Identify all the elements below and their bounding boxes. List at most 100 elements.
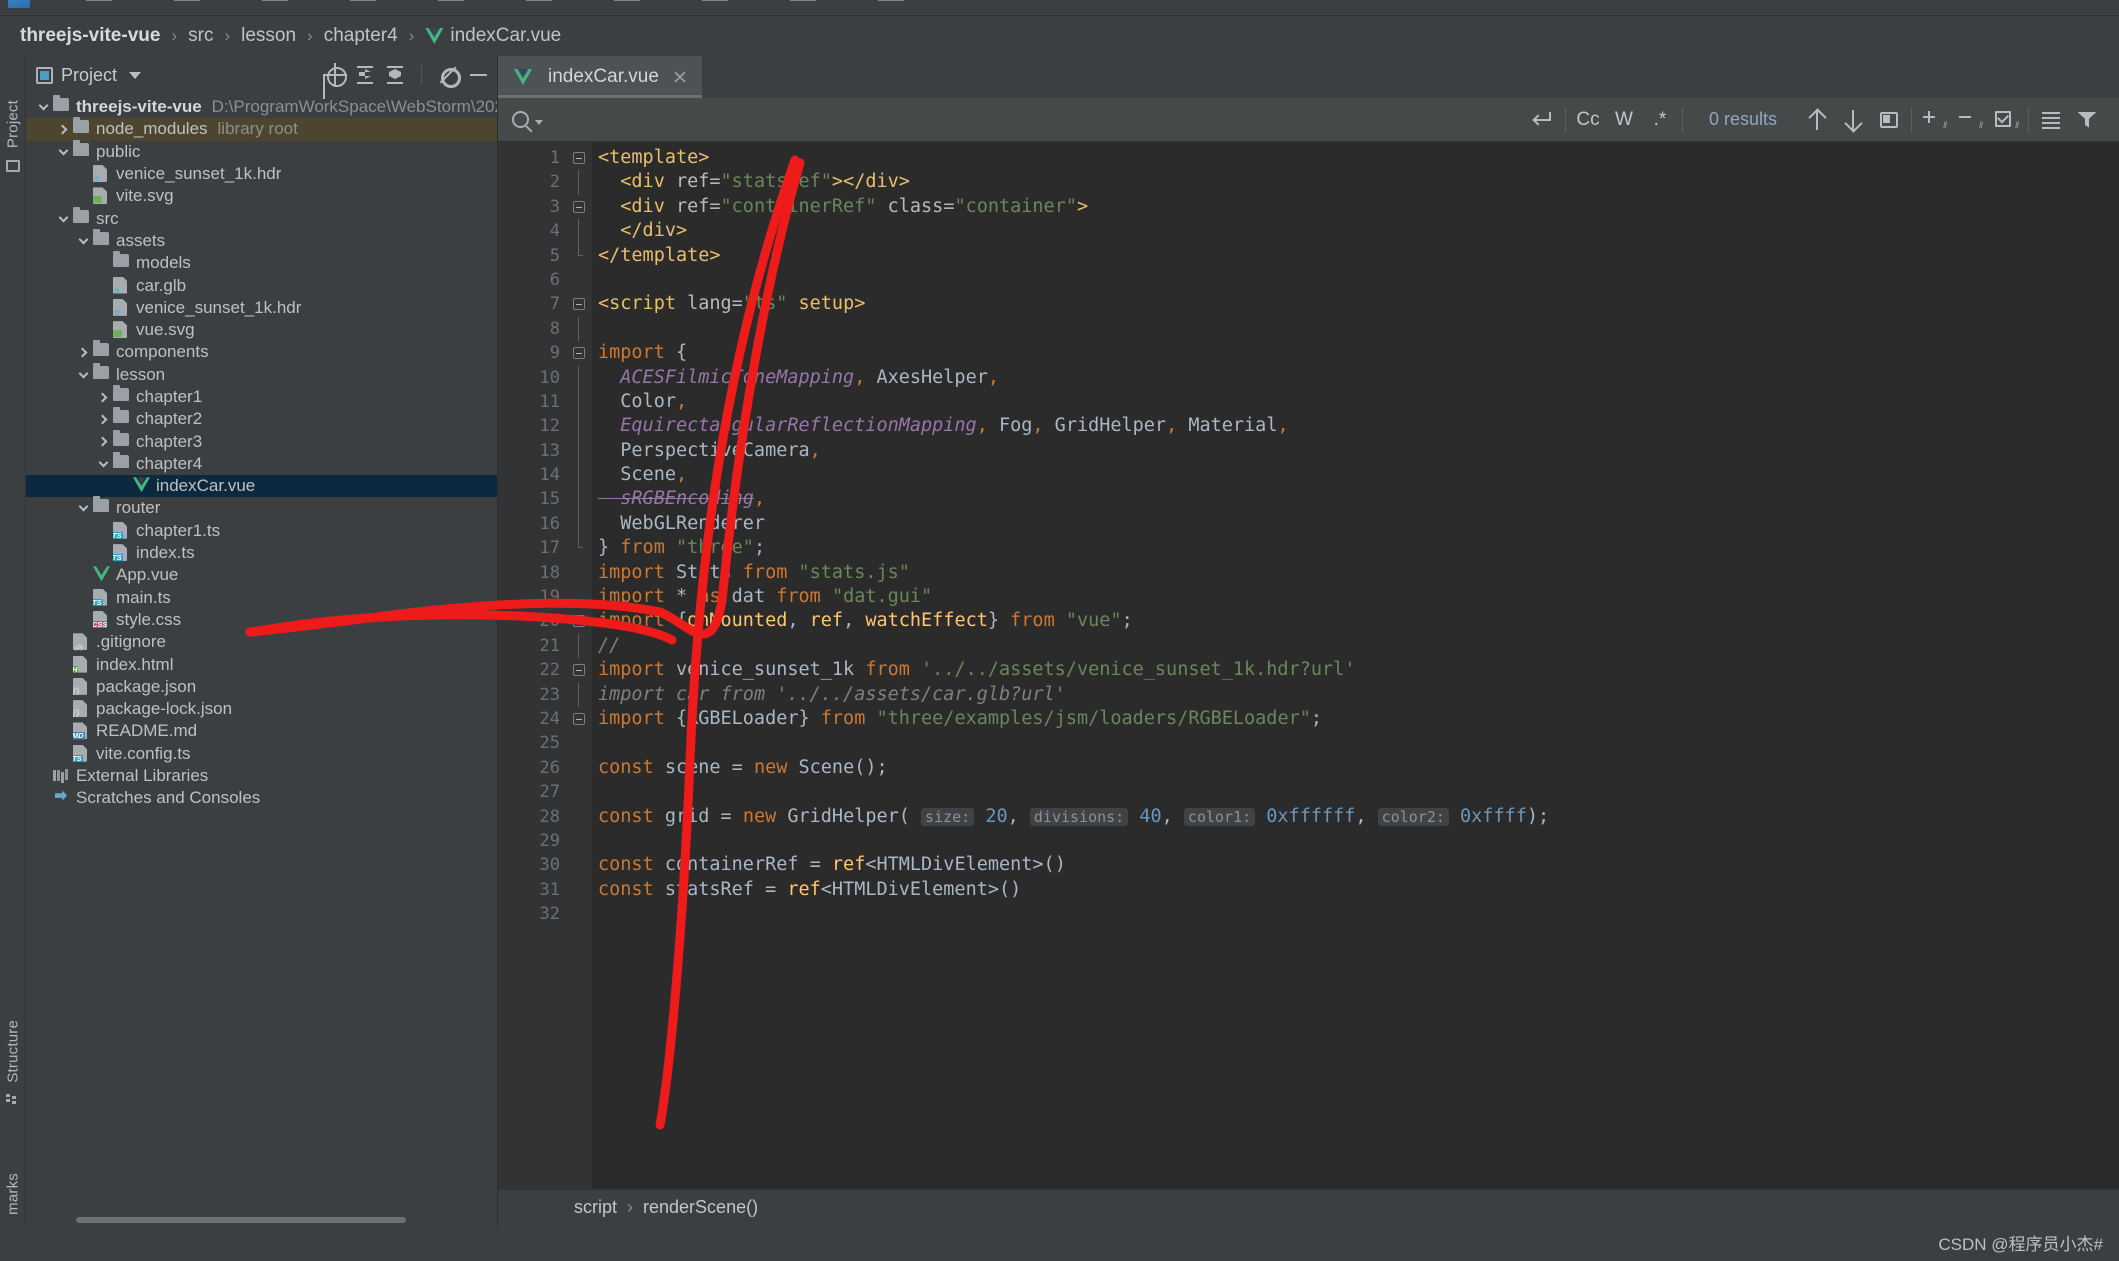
chevron-right-icon[interactable] [94, 430, 112, 452]
fold-marker[interactable] [570, 609, 592, 633]
code-line[interactable]: const containerRef = ref<HTMLDivElement>… [598, 853, 2119, 877]
chevron-down-icon[interactable] [54, 141, 72, 163]
code-line[interactable]: Color, [598, 390, 2119, 414]
code-folding-gutter[interactable] [570, 142, 592, 1189]
breadcrumb-item-src[interactable]: src [188, 25, 213, 47]
tree-item-index-html[interactable]: Hindex.html [26, 653, 497, 675]
code-line[interactable] [598, 317, 2119, 341]
chevron-down-icon[interactable] [74, 230, 92, 252]
hide-panel-icon[interactable] [467, 64, 489, 86]
project-file-tree[interactable]: threejs-vite-vue D:\ProgramWorkSpace\WebS… [26, 94, 497, 1215]
code-line[interactable]: import * as dat from "dat.gui" [598, 585, 2119, 609]
chevron-down-icon[interactable] [34, 96, 52, 118]
fold-marker[interactable] [570, 292, 592, 316]
tree-item-vite-svg[interactable]: vite.svg [26, 185, 497, 207]
code-line[interactable] [598, 268, 2119, 292]
code-line[interactable]: ACESFilmicToneMapping, AxesHelper, [598, 366, 2119, 390]
code-line[interactable]: <template> [598, 146, 2119, 170]
tree-item-components[interactable]: components [26, 340, 497, 363]
tree-item-public[interactable]: public [26, 139, 497, 163]
code-line[interactable]: import venice_sunset_1k from '../../asse… [598, 658, 2119, 682]
chevron-down-icon[interactable] [129, 71, 142, 79]
tree-item-threejs-vite-vue[interactable]: threejs-vite-vue D:\ProgramWorkSpace\WebS… [26, 95, 497, 118]
code-line[interactable]: <div ref="containerRef" class="container… [598, 195, 2119, 219]
tree-item-venice-sunset-1k-hdr[interactable]: ? venice_sunset_1k.hdr [26, 297, 497, 319]
next-occurrence-icon[interactable] [1835, 98, 1871, 142]
add-selection-icon[interactable]: II [1916, 98, 1952, 142]
regex-button[interactable]: .* [1642, 98, 1678, 142]
filter-icon[interactable] [2069, 98, 2105, 142]
tree-item-car-glb[interactable]: ? car.glb [26, 274, 497, 296]
gear-icon[interactable] [437, 64, 461, 88]
breadcrumb-item-project[interactable]: threejs-vite-vue [20, 25, 160, 47]
fold-marker[interactable] [570, 536, 592, 560]
code-line[interactable]: PerspectiveCamera, [598, 439, 2119, 463]
tree-item-external-libraries[interactable]: External Libraries [26, 765, 497, 787]
in-selection-icon[interactable] [1871, 98, 1907, 142]
tree-item-chapter1-ts[interactable]: TS chapter1.ts [26, 520, 497, 542]
tree-item-indexcar-vue[interactable]: indexCar.vue [26, 475, 497, 498]
code-line[interactable]: const statsRef = ref<HTMLDivElement>() [598, 878, 2119, 902]
code-line[interactable]: } from "three"; [598, 536, 2119, 560]
search-input[interactable] [551, 109, 1525, 130]
chevron-down-icon[interactable] [94, 453, 112, 475]
chevron-down-icon[interactable] [535, 120, 543, 125]
expand-all-icon[interactable] [354, 64, 376, 86]
code-line[interactable]: const scene = new Scene(); [598, 756, 2119, 780]
code-line[interactable] [598, 829, 2119, 853]
tree-item-scratches-and-consoles[interactable]: Scratches and Consoles [26, 787, 497, 809]
fold-marker[interactable] [570, 707, 592, 731]
tree-item-index-ts[interactable]: TS index.ts [26, 542, 497, 564]
code-line[interactable]: <div ref="statsRef"></div> [598, 170, 2119, 194]
fold-marker[interactable] [570, 146, 592, 170]
tool-window-button-structure[interactable]: Structure [4, 1020, 21, 1083]
code-line[interactable]: Scene, [598, 463, 2119, 487]
project-tree-horizontal-scrollbar[interactable] [26, 1215, 497, 1225]
editor-breadcrumb-member[interactable]: renderScene() [643, 1197, 758, 1218]
tree-item-models[interactable]: models [26, 251, 497, 274]
editor-breadcrumb-scope[interactable]: script [574, 1197, 617, 1218]
select-all-occurrences-icon[interactable]: II [1988, 98, 2024, 142]
tree-item-vite-config-ts[interactable]: TS vite.config.ts [26, 743, 497, 765]
project-tool-icon[interactable] [6, 160, 20, 172]
code-line[interactable]: EquirectangularReflectionMapping, Fog, G… [598, 414, 2119, 438]
tree-item-package-json[interactable]: {} package.json [26, 676, 497, 698]
tree-item-app-vue[interactable]: App.vue [26, 564, 497, 586]
code-line[interactable] [598, 902, 2119, 926]
tree-item-assets[interactable]: assets [26, 228, 497, 252]
code-line[interactable]: </div> [598, 219, 2119, 243]
words-button[interactable]: W [1606, 98, 1642, 142]
tab-indexCar-vue[interactable]: indexCar.vue [498, 56, 702, 98]
tree-item-venice-sunset-1k-hdr[interactable]: ? venice_sunset_1k.hdr [26, 163, 497, 185]
code-line[interactable]: import { [598, 341, 2119, 365]
search-field-wrap[interactable] [498, 98, 1525, 142]
chevron-down-icon[interactable] [74, 497, 92, 519]
tree-item-style-css[interactable]: CSS style.css [26, 609, 497, 631]
code-line[interactable] [598, 780, 2119, 804]
breadcrumb-item-file[interactable]: indexCar.vue [450, 25, 561, 47]
tree-item-readme-md[interactable]: MD README.md [26, 720, 497, 742]
tool-window-button-project[interactable]: Project [4, 100, 21, 148]
tree-item-lesson[interactable]: lesson [26, 362, 497, 386]
code-text[interactable]: <template> <div ref="statsRef"></div> <d… [592, 142, 2119, 1189]
tree-item-vue-svg[interactable]: vue.svg [26, 319, 497, 341]
tree-item-main-ts[interactable]: TS main.ts [26, 587, 497, 609]
fold-marker[interactable] [570, 195, 592, 219]
fold-marker[interactable] [570, 243, 592, 268]
chevron-right-icon[interactable] [94, 386, 112, 408]
remove-selection-icon[interactable]: II [1952, 98, 1988, 142]
code-editor[interactable]: 1 2 3 4 5 6 7 8 9 10 11 12 13 14 15 16 17 18 19 20 21 22 23 24 2… [498, 142, 2119, 1189]
code-line[interactable] [598, 731, 2119, 755]
tree-item--gitignore[interactable]: ⊘ .gitignore [26, 631, 497, 653]
locate-file-icon[interactable] [323, 63, 347, 87]
filter-list-icon[interactable] [2033, 98, 2069, 142]
chevron-right-icon[interactable] [54, 118, 72, 140]
tree-item-src[interactable]: src [26, 206, 497, 229]
chevron-right-icon[interactable] [94, 408, 112, 430]
previous-occurrence-icon[interactable] [1799, 98, 1835, 142]
tree-item-chapter3[interactable]: chapter3 [26, 429, 497, 452]
collapse-all-icon[interactable] [384, 64, 406, 86]
fold-marker[interactable] [570, 341, 592, 365]
chevron-right-icon[interactable] [74, 341, 92, 363]
tree-item-package-lock-json[interactable]: {} package-lock.json [26, 698, 497, 720]
